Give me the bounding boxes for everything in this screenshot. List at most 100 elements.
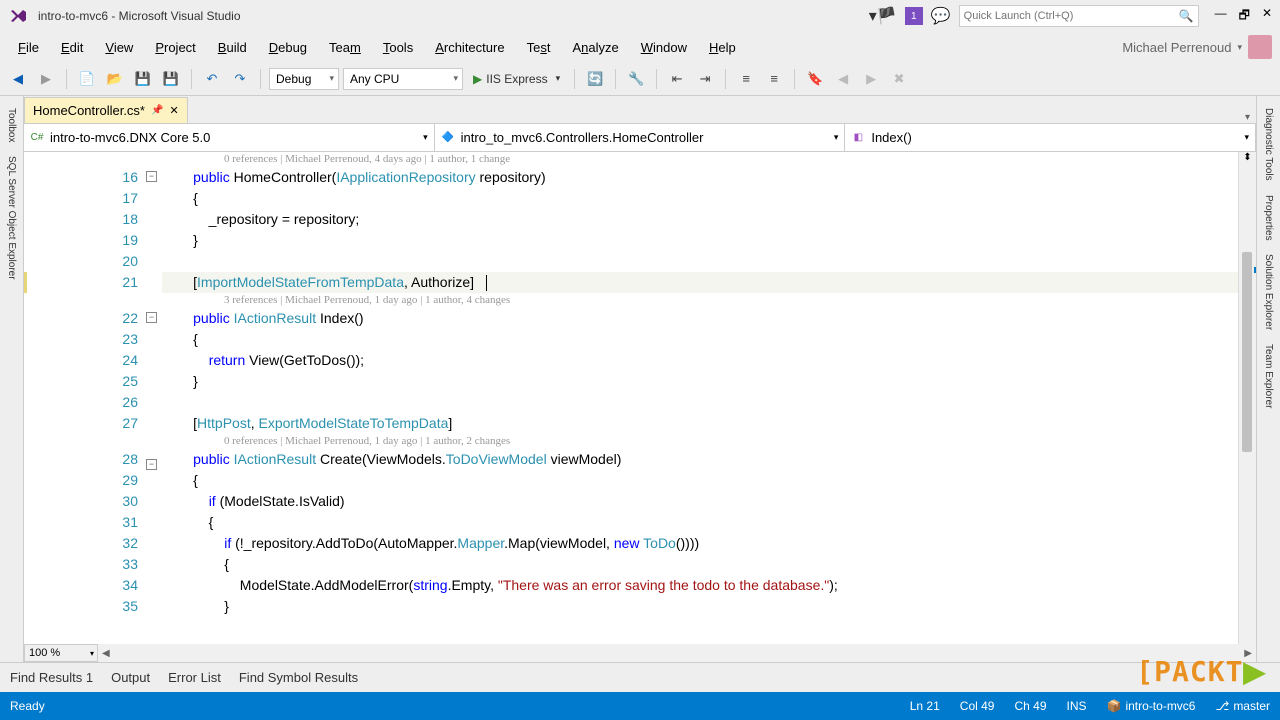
- scroll-thumb[interactable]: [1242, 252, 1252, 452]
- horizontal-scrollbar[interactable]: 100 % ◀ ▶: [24, 644, 1256, 662]
- menu-architecture[interactable]: Architecture: [425, 37, 514, 58]
- csharp-icon: C#: [30, 131, 44, 145]
- class-dropdown[interactable]: 🔷 intro_to_mvc6.Controllers.HomeControll…: [435, 124, 846, 151]
- save-button[interactable]: 💾: [131, 67, 155, 91]
- output-tab[interactable]: Output: [111, 670, 150, 685]
- nav-bar: C# intro-to-mvc6.DNX Core 5.0 🔷 intro_to…: [24, 124, 1256, 152]
- tool-button[interactable]: 🔧: [624, 67, 648, 91]
- config-dropdown[interactable]: Debug: [269, 68, 339, 90]
- outline-margin: − − −: [144, 152, 162, 644]
- line-gutter: 16 17 18 19 20 21 22 23 24 25 26 27 28 2…: [24, 152, 144, 644]
- platform-dropdown[interactable]: Any CPU: [343, 68, 463, 90]
- comment-button[interactable]: ≡: [734, 67, 758, 91]
- minimize-button[interactable]: —: [1215, 6, 1227, 27]
- left-dock: Toolbox SQL Server Object Explorer: [0, 96, 24, 662]
- tab-overflow-button[interactable]: ▾: [1239, 112, 1256, 123]
- toolbox-tab[interactable]: Toolbox: [4, 102, 19, 148]
- scroll-left-button[interactable]: ◀: [98, 648, 114, 659]
- status-branch[interactable]: ⎇master: [1215, 699, 1270, 713]
- vertical-scrollbar[interactable]: ⬍: [1238, 152, 1256, 644]
- tab-label: HomeController.cs*: [33, 103, 145, 118]
- avatar[interactable]: [1248, 35, 1272, 59]
- prev-bookmark-button[interactable]: ◀: [831, 67, 855, 91]
- pin-icon[interactable]: 📌: [151, 105, 163, 116]
- code-body[interactable]: 0 references | Michael Perrenoud, 4 days…: [162, 152, 1238, 644]
- restore-button[interactable]: 🗗: [1239, 6, 1250, 27]
- bookmark-button[interactable]: 🔖: [803, 67, 827, 91]
- menu-team[interactable]: Team: [319, 37, 371, 58]
- status-project[interactable]: 📦intro-to-mvc6: [1107, 699, 1196, 713]
- titlebar: intro-to-mvc6 - Microsoft Visual Studio …: [0, 0, 1280, 32]
- project-dropdown[interactable]: C# intro-to-mvc6.DNX Core 5.0: [24, 124, 435, 151]
- nav-back-button[interactable]: ◀: [6, 67, 30, 91]
- workspace: Toolbox SQL Server Object Explorer HomeC…: [0, 96, 1280, 662]
- undo-button[interactable]: ↶: [200, 67, 224, 91]
- watermark: [PACKT▶: [1136, 655, 1266, 688]
- menu-view[interactable]: View: [95, 37, 143, 58]
- menu-tools[interactable]: Tools: [373, 37, 423, 58]
- quick-launch[interactable]: 🔍: [959, 5, 1199, 27]
- properties-tab[interactable]: Properties: [1261, 189, 1276, 247]
- sql-explorer-tab[interactable]: SQL Server Object Explorer: [4, 150, 19, 286]
- find-symbol-tab[interactable]: Find Symbol Results: [239, 670, 358, 685]
- close-tab-button[interactable]: ✕: [169, 104, 178, 117]
- statusbar: Ready Ln 21 Col 49 Ch 49 INS 📦intro-to-m…: [0, 692, 1280, 720]
- notification-badge[interactable]: 1: [905, 7, 923, 25]
- redo-button[interactable]: ↷: [228, 67, 252, 91]
- uncomment-button[interactable]: ≡: [762, 67, 786, 91]
- code-editor[interactable]: 16 17 18 19 20 21 22 23 24 25 26 27 28 2…: [24, 152, 1256, 644]
- menu-project[interactable]: Project: [145, 37, 205, 58]
- bottom-panel-tabs: Find Results 1 Output Error List Find Sy…: [0, 662, 1280, 692]
- fold-button[interactable]: −: [146, 312, 157, 323]
- status-line: Ln 21: [910, 699, 940, 713]
- diagnostic-tab[interactable]: Diagnostic Tools: [1261, 102, 1276, 187]
- editor-area: HomeController.cs* 📌 ✕ ▾ C# intro-to-mvc…: [24, 96, 1256, 662]
- document-tabs: HomeController.cs* 📌 ✕ ▾: [24, 96, 1256, 124]
- status-ins: INS: [1067, 699, 1087, 713]
- clear-bookmark-button[interactable]: ✖: [887, 67, 911, 91]
- feedback-icon[interactable]: 💬: [931, 6, 951, 26]
- split-icon[interactable]: ⬍: [1239, 152, 1256, 168]
- menu-edit[interactable]: Edit: [51, 37, 93, 58]
- fold-button[interactable]: −: [146, 459, 157, 470]
- indent-in-button[interactable]: ⇥: [693, 67, 717, 91]
- codelens[interactable]: 3 references | Michael Perrenoud, 1 day …: [162, 293, 1238, 308]
- next-bookmark-button[interactable]: ▶: [859, 67, 883, 91]
- document-tab[interactable]: HomeController.cs* 📌 ✕: [24, 97, 188, 123]
- flag-icon[interactable]: ▾🏴: [869, 6, 897, 26]
- zoom-dropdown[interactable]: 100 %: [24, 644, 98, 662]
- menubar: File Edit View Project Build Debug Team …: [0, 32, 1280, 62]
- member-dropdown[interactable]: ◧ Index(): [845, 124, 1256, 151]
- codelens[interactable]: 0 references | Michael Perrenoud, 4 days…: [162, 152, 1238, 167]
- error-list-tab[interactable]: Error List: [168, 670, 221, 685]
- menu-debug[interactable]: Debug: [259, 37, 317, 58]
- quick-launch-input[interactable]: [964, 10, 1179, 22]
- window-title: intro-to-mvc6 - Microsoft Visual Studio: [38, 9, 241, 23]
- status-ready: Ready: [10, 699, 45, 713]
- menu-test[interactable]: Test: [517, 37, 561, 58]
- browser-link-button[interactable]: 🔄: [583, 67, 607, 91]
- menu-build[interactable]: Build: [208, 37, 257, 58]
- solution-explorer-tab[interactable]: Solution Explorer: [1261, 248, 1276, 336]
- open-button[interactable]: 📂: [103, 67, 127, 91]
- new-project-button[interactable]: 📄: [75, 67, 99, 91]
- status-col: Col 49: [960, 699, 995, 713]
- run-button[interactable]: ▶IIS Express▾: [467, 72, 566, 86]
- close-button[interactable]: ✕: [1262, 6, 1272, 27]
- save-all-button[interactable]: 💾: [159, 67, 183, 91]
- user-name[interactable]: Michael Perrenoud: [1122, 40, 1231, 55]
- team-explorer-tab[interactable]: Team Explorer: [1261, 338, 1276, 414]
- fold-button[interactable]: −: [146, 171, 157, 182]
- caret-marker: [1254, 267, 1256, 273]
- menu-analyze[interactable]: Analyze: [562, 37, 628, 58]
- menu-window[interactable]: Window: [631, 37, 697, 58]
- menu-file[interactable]: File: [8, 37, 49, 58]
- search-icon[interactable]: 🔍: [1179, 9, 1194, 23]
- menu-help[interactable]: Help: [699, 37, 746, 58]
- nav-fwd-button[interactable]: ▶: [34, 67, 58, 91]
- find-results-tab[interactable]: Find Results 1: [10, 670, 93, 685]
- status-ch: Ch 49: [1014, 699, 1046, 713]
- indent-out-button[interactable]: ⇤: [665, 67, 689, 91]
- codelens[interactable]: 0 references | Michael Perrenoud, 1 day …: [162, 434, 1238, 449]
- right-dock: Diagnostic Tools Properties Solution Exp…: [1256, 96, 1280, 662]
